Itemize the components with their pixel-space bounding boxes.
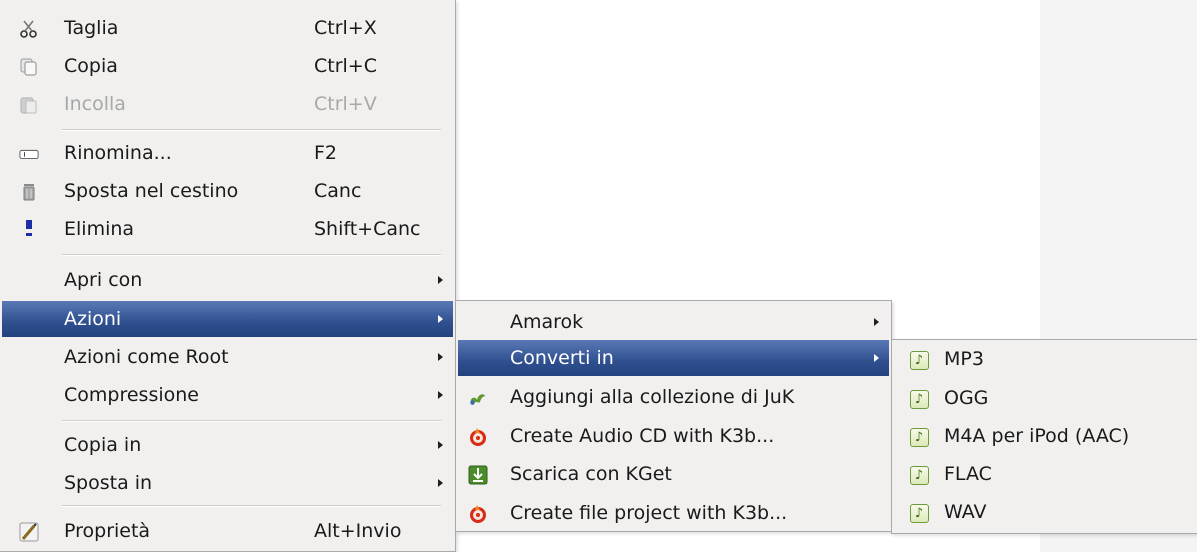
menu-item-label: M4A per iPod (AAC): [944, 425, 1130, 447]
convert-submenu: ♪ MP3 ♪ OGG ♪ M4A per iPod (AAC) ♪ FLAC …: [891, 339, 1197, 534]
music-note-icon: ♪: [909, 465, 929, 485]
shortcut-label: F2: [314, 142, 338, 164]
menu-item-actions[interactable]: Azioni: [2, 301, 453, 337]
menu-item-label: Azioni come Root: [64, 346, 229, 368]
music-note-icon: ♪: [909, 427, 929, 447]
menu-item-label: OGG: [944, 387, 989, 409]
menu-item-label: Create Audio CD with K3b...: [510, 425, 775, 447]
menu-item-m4a[interactable]: ♪ M4A per iPod (AAC): [894, 418, 1195, 454]
submenu-arrow-icon: [438, 353, 443, 361]
menu-item-amarok[interactable]: Amarok: [458, 304, 889, 340]
menu-item-convert-to[interactable]: Converti in: [458, 340, 889, 376]
menu-item-label: Copia: [64, 55, 118, 77]
copy-icon: [19, 57, 39, 77]
context-menu: Taglia Ctrl+X Copia Ctrl+C Incolla Ctrl+…: [0, 0, 456, 552]
menu-item-paste[interactable]: Incolla Ctrl+V: [2, 86, 453, 122]
menu-item-label: Taglia: [64, 17, 119, 39]
music-note-icon: ♪: [909, 350, 929, 370]
menu-item-label: Rinomina...: [64, 142, 172, 164]
menu-item-label: Scarica con KGet: [510, 463, 672, 485]
menu-item-download-kget[interactable]: Scarica con KGet: [458, 456, 889, 492]
actions-submenu: Amarok Converti in Aggiungi alla collezi…: [455, 300, 892, 532]
paste-icon: [19, 95, 39, 115]
menu-item-label: Aggiungi alla collezione di JuK: [510, 386, 795, 408]
menu-item-label: Copia in: [64, 434, 142, 456]
menu-separator: [62, 505, 441, 507]
menu-item-label: Create file project with K3b...: [510, 502, 788, 524]
menu-item-rename[interactable]: Rinomina... F2: [2, 135, 453, 171]
menu-item-delete[interactable]: Elimina Shift+Canc: [2, 211, 453, 247]
menu-item-cut[interactable]: Taglia Ctrl+X: [2, 10, 453, 46]
k3b-icon: [468, 504, 488, 524]
submenu-arrow-icon: [438, 315, 443, 323]
shortcut-label: Ctrl+C: [314, 55, 377, 77]
menu-item-label: MP3: [944, 348, 984, 370]
menu-item-label: Apri con: [64, 269, 143, 291]
menu-item-label: Sposta nel cestino: [64, 180, 239, 202]
submenu-arrow-icon: [874, 318, 879, 326]
rename-icon: [19, 144, 39, 164]
music-note-icon: ♪: [909, 389, 929, 409]
trash-icon: [19, 182, 39, 202]
menu-item-label: Proprietà: [64, 520, 151, 542]
music-note-icon: ♪: [909, 503, 929, 523]
menu-item-flac[interactable]: ♪ FLAC: [894, 456, 1195, 492]
juk-icon: [468, 388, 488, 408]
properties-icon: [19, 522, 39, 542]
submenu-arrow-icon: [438, 479, 443, 487]
menu-item-add-to-juk[interactable]: Aggiungi alla collezione di JuK: [458, 379, 889, 415]
menu-item-wav[interactable]: ♪ WAV: [894, 494, 1195, 530]
menu-separator: [62, 420, 441, 422]
delete-icon: [19, 220, 39, 240]
menu-item-copy[interactable]: Copia Ctrl+C: [2, 48, 453, 84]
submenu-arrow-icon: [438, 391, 443, 399]
menu-item-label: WAV: [944, 501, 987, 523]
k3b-icon: [468, 427, 488, 447]
menu-item-move-to-trash[interactable]: Sposta nel cestino Canc: [2, 173, 453, 209]
menu-item-compression[interactable]: Compressione: [2, 377, 453, 413]
menu-item-create-audio-cd[interactable]: Create Audio CD with K3b...: [458, 418, 889, 454]
menu-item-label: Azioni: [64, 308, 122, 330]
kget-icon: [468, 465, 488, 485]
scissors-icon: [19, 19, 39, 39]
menu-item-open-with[interactable]: Apri con: [2, 262, 453, 298]
menu-item-label: Sposta in: [64, 472, 153, 494]
shortcut-label: Canc: [314, 180, 362, 202]
menu-item-move-to[interactable]: Sposta in: [2, 465, 453, 501]
menu-item-label: Converti in: [510, 347, 614, 369]
menu-item-create-file-project[interactable]: Create file project with K3b...: [458, 495, 889, 531]
shortcut-label: Shift+Canc: [314, 218, 421, 240]
shortcut-label: Ctrl+X: [314, 17, 377, 39]
submenu-arrow-icon: [438, 276, 443, 284]
menu-item-properties[interactable]: Proprietà Alt+Invio: [2, 513, 453, 549]
shortcut-label: Alt+Invio: [314, 520, 402, 542]
submenu-arrow-icon: [874, 354, 879, 362]
menu-item-actions-as-root[interactable]: Azioni come Root: [2, 339, 453, 375]
menu-item-mp3[interactable]: ♪ MP3: [894, 341, 1195, 377]
menu-item-ogg[interactable]: ♪ OGG: [894, 380, 1195, 416]
menu-item-copy-to[interactable]: Copia in: [2, 427, 453, 463]
menu-item-label: Incolla: [64, 93, 126, 115]
menu-separator: [62, 129, 441, 131]
menu-item-label: Compressione: [64, 384, 199, 406]
shortcut-label: Ctrl+V: [314, 93, 377, 115]
menu-separator: [62, 254, 441, 256]
submenu-arrow-icon: [438, 441, 443, 449]
menu-item-label: Elimina: [64, 218, 135, 240]
menu-item-label: Amarok: [510, 311, 584, 333]
menu-item-label: FLAC: [944, 463, 992, 485]
